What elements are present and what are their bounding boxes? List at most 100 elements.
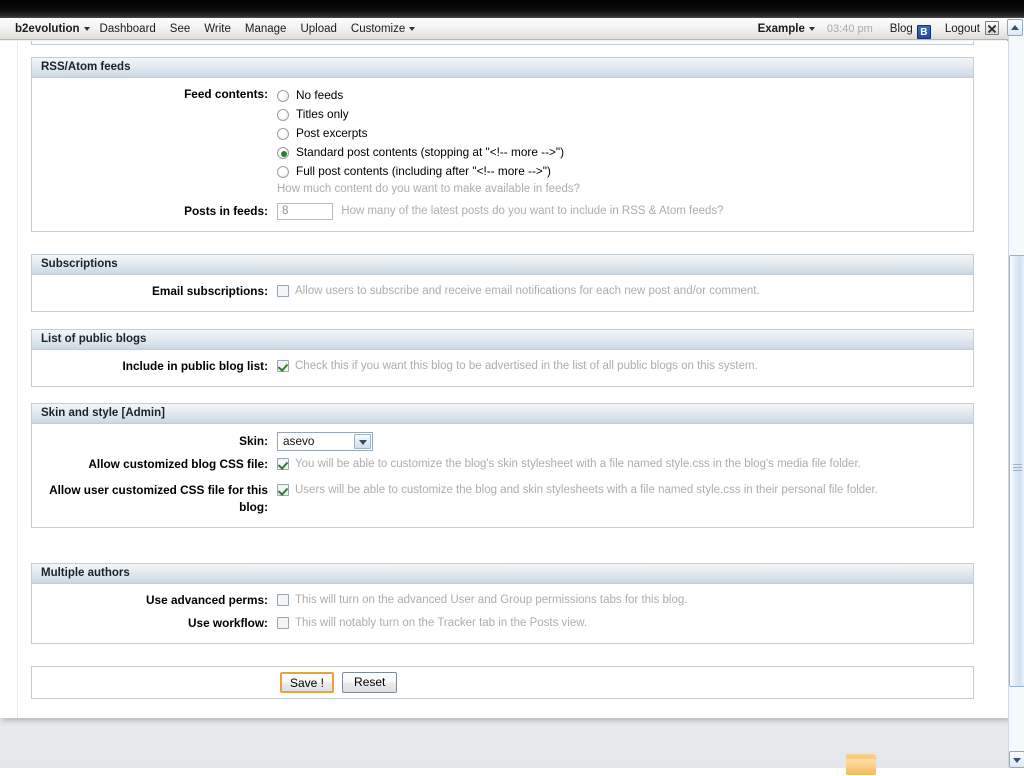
radio-label: No feeds	[296, 87, 343, 104]
field-row-posts-in-feeds: Posts in feeds: 8 How many of the latest…	[32, 203, 973, 220]
label-posts-in-feeds: Posts in feeds:	[32, 203, 277, 220]
close-icon	[985, 21, 999, 35]
desktop-folder-icon[interactable]	[846, 754, 876, 776]
user-css-field: Users will be able to customize the blog…	[277, 482, 973, 499]
posts-in-feeds-field: 8 How many of the latest posts do you wa…	[277, 203, 973, 220]
menu-item-customize-label: Customize	[351, 23, 405, 35]
label-use-advanced-perms: Use advanced perms:	[32, 592, 277, 609]
help-text-use-workflow: This will notably turn on the Tracker ta…	[295, 615, 587, 632]
fieldset-skin-and-style: Skin and style [Admin] Skin: asevo Allow…	[31, 403, 974, 528]
field-row-skin: Skin: asevo	[32, 432, 973, 451]
fieldset-rss-atom-feeds: RSS/Atom feeds Feed contents: No feeds T…	[31, 57, 974, 232]
label-allow-user-css: Allow user customized CSS file for this …	[32, 482, 277, 516]
radio-icon[interactable]	[277, 90, 289, 102]
menu-item-upload[interactable]: Upload	[293, 18, 343, 40]
logout-label: Logout	[945, 23, 980, 35]
help-text-include-public-blog-list: Check this if you want this blog to be a…	[295, 358, 758, 375]
radio-label: Full post contents (including after "<!-…	[296, 163, 551, 180]
chevron-down-icon	[809, 27, 815, 31]
field-row-user-css: Allow user customized CSS file for this …	[32, 482, 973, 516]
radio-icon[interactable]	[277, 128, 289, 140]
checkbox-use-advanced-perms[interactable]	[277, 594, 289, 606]
radio-label: Post excerpts	[296, 125, 367, 142]
chevron-up-icon	[1011, 25, 1019, 30]
label-allow-blog-css: Allow customized blog CSS file:	[32, 456, 277, 473]
radio-option-full-post-contents[interactable]: Full post contents (including after "<!-…	[277, 162, 973, 181]
fieldset-multiple-authors: Multiple authors Use advanced perms: Thi…	[31, 563, 974, 644]
radio-label: Standard post contents (stopping at "<!-…	[296, 144, 564, 161]
menu-item-see[interactable]: See	[163, 18, 197, 40]
radio-icon[interactable]	[277, 109, 289, 121]
scrollbar-grip-icon	[1013, 464, 1022, 471]
user-name-label: Example	[758, 23, 805, 35]
help-text-posts-in-feeds: How many of the latest posts do you want…	[341, 205, 723, 217]
radio-label: Titles only	[296, 106, 349, 123]
menu-item-b2evolution[interactable]: b2evolution	[8, 18, 93, 40]
radio-option-no-feeds[interactable]: No feeds	[277, 86, 973, 105]
skin-select[interactable]: asevo	[277, 432, 373, 451]
fieldset-title-subscriptions: Subscriptions	[32, 255, 973, 275]
menu-item-write[interactable]: Write	[197, 18, 238, 40]
scrollbar-down-button[interactable]	[1009, 751, 1024, 768]
include-public-blog-list-field: Check this if you want this blog to be a…	[277, 358, 973, 375]
brand-label: b2evolution	[15, 23, 80, 35]
chevron-down-icon[interactable]	[354, 434, 371, 449]
menu-left-group: b2evolution Dashboard See Write Manage U…	[8, 18, 422, 40]
scrollbar-thumb[interactable]	[1009, 255, 1024, 687]
fieldset-subscriptions: Subscriptions Email subscriptions: Allow…	[31, 254, 974, 312]
form-actions-bar: Save ! Reset	[31, 666, 974, 699]
radio-option-titles-only[interactable]: Titles only	[277, 105, 973, 124]
fieldset-list-of-public-blogs: List of public blogs Include in public b…	[31, 329, 974, 387]
fieldset-body-skin: Skin: asevo Allow customized blog CSS fi…	[32, 424, 973, 527]
checkbox-use-workflow[interactable]	[277, 617, 289, 629]
menu-item-dashboard[interactable]: Dashboard	[93, 18, 163, 40]
clock-label: 03:40 pm	[817, 23, 883, 35]
fieldset-body-rss: Feed contents: No feeds Titles only	[32, 78, 973, 231]
fieldset-body-authors: Use advanced perms: This will turn on th…	[32, 584, 973, 643]
field-row-feed-contents: Feed contents: No feeds Titles only	[32, 86, 973, 196]
help-text-use-advanced-perms: This will turn on the advanced User and …	[295, 592, 687, 609]
radio-option-standard-post-contents[interactable]: Standard post contents (stopping at "<!-…	[277, 143, 973, 162]
checkbox-allow-blog-css[interactable]	[277, 458, 289, 470]
help-text-feed-contents: How much content do you want to make ava…	[277, 182, 973, 196]
fieldset-title-skin: Skin and style [Admin]	[32, 404, 973, 424]
left-rail	[0, 41, 18, 718]
label-skin: Skin:	[32, 433, 277, 450]
field-row-include-public-blog-list: Include in public blog list: Check this …	[32, 358, 973, 375]
menu-right-group: Example 03:40 pm BlogB Logout	[751, 18, 1006, 40]
skin-select-field: asevo	[277, 432, 973, 451]
label-include-public-blog-list: Include in public blog list:	[32, 358, 277, 375]
radio-icon-selected[interactable]	[277, 147, 289, 159]
checkbox-include-public-blog-list[interactable]	[277, 360, 289, 372]
scrollbar-up-button[interactable]	[1007, 19, 1023, 36]
b2evolution-menu-bar: b2evolution Dashboard See Write Manage U…	[0, 18, 1008, 40]
label-feed-contents: Feed contents:	[32, 86, 277, 103]
checkbox-email-subscriptions[interactable]	[277, 285, 289, 297]
fieldset-title-public-blogs: List of public blogs	[32, 330, 973, 350]
radio-icon[interactable]	[277, 166, 289, 178]
menu-item-logout[interactable]: Logout	[938, 18, 1006, 40]
screen-top-black-bar	[0, 0, 1024, 18]
reset-button[interactable]: Reset	[342, 672, 397, 693]
menu-item-user[interactable]: Example	[751, 18, 817, 40]
vertical-scrollbar[interactable]	[1008, 36, 1024, 768]
fieldset-title-rss: RSS/Atom feeds	[32, 58, 973, 78]
posts-in-feeds-input[interactable]: 8	[277, 203, 333, 220]
field-row-email-subscriptions: Email subscriptions: Allow users to subs…	[32, 283, 973, 300]
fieldset-body-subscriptions: Email subscriptions: Allow users to subs…	[32, 275, 973, 311]
field-row-workflow: Use workflow: This will notably turn on …	[32, 615, 973, 632]
blog-css-field: You will be able to customize the blog's…	[277, 456, 973, 473]
help-text-allow-blog-css: You will be able to customize the blog's…	[295, 456, 861, 473]
partial-fieldset-above	[31, 41, 974, 45]
email-subscriptions-field: Allow users to subscribe and receive ema…	[277, 283, 973, 300]
blog-label: Blog	[890, 23, 913, 35]
checkbox-allow-user-css[interactable]	[277, 484, 289, 496]
skin-select-value: asevo	[283, 433, 314, 450]
advanced-perms-field: This will turn on the advanced User and …	[277, 592, 973, 609]
chevron-down-icon	[409, 27, 415, 31]
menu-item-customize[interactable]: Customize	[344, 18, 422, 40]
save-button[interactable]: Save !	[280, 672, 334, 693]
menu-item-manage[interactable]: Manage	[238, 18, 294, 40]
menu-item-blog[interactable]: BlogB	[883, 18, 938, 40]
radio-option-post-excerpts[interactable]: Post excerpts	[277, 124, 973, 143]
